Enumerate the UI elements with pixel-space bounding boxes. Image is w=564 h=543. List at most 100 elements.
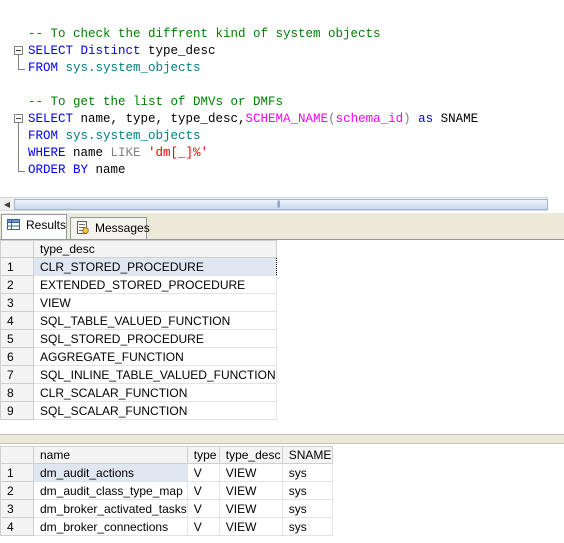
results-tabstrip: Results Messages xyxy=(0,213,564,240)
keyword-like: LIKE xyxy=(103,146,141,160)
paren: ) xyxy=(403,112,411,126)
paren: ( xyxy=(328,112,336,126)
cell-name[interactable]: dm_broker_activated_tasks xyxy=(33,499,188,518)
grid-corner[interactable] xyxy=(0,446,34,464)
grid-splitter[interactable] xyxy=(0,434,564,444)
row-number[interactable]: 7 xyxy=(0,365,34,384)
cell-sname[interactable]: sys xyxy=(281,481,333,500)
table-row[interactable]: 2 dm_audit_class_type_map V VIEW sys xyxy=(0,481,333,500)
collapse-icon[interactable] xyxy=(14,46,23,55)
table-row[interactable]: 9 SQL_SCALAR_FUNCTION xyxy=(0,401,277,420)
outline-line xyxy=(18,123,19,171)
horizontal-scrollbar[interactable]: ◀ ||| xyxy=(0,197,548,211)
code-line: SELECT name, type, type_desc,SCHEMA_NAME… xyxy=(28,111,478,128)
row-number[interactable]: 5 xyxy=(0,329,34,348)
table-row[interactable]: 3 dm_broker_activated_tasks V VIEW sys xyxy=(0,499,333,518)
scroll-left-icon[interactable]: ◀ xyxy=(0,199,14,210)
row-number[interactable]: 3 xyxy=(0,499,34,518)
keyword-from: FROM xyxy=(28,129,59,143)
object-name: sys.system_objects xyxy=(58,129,201,143)
table-row[interactable]: 1 CLR_STORED_PROCEDURE xyxy=(0,257,277,276)
code-line: FROM sys.system_objects xyxy=(28,60,201,77)
grip-icon: ||| xyxy=(277,201,281,208)
cell-name[interactable]: dm_audit_class_type_map xyxy=(33,481,188,500)
column-header[interactable]: SNAME xyxy=(281,446,333,464)
cell-type-desc[interactable]: SQL_SCALAR_FUNCTION xyxy=(33,401,277,420)
row-number[interactable]: 2 xyxy=(0,481,34,500)
code-line: WHERE name LIKE 'dm[_]%' xyxy=(28,145,208,162)
grid-corner[interactable] xyxy=(0,240,34,258)
tab-label: Results xyxy=(26,218,67,232)
function-arg: schema_id xyxy=(335,112,404,126)
outline-end xyxy=(18,69,25,70)
column-header[interactable]: name xyxy=(33,446,188,464)
row-number[interactable]: 4 xyxy=(0,517,34,536)
cell-type-desc[interactable]: SQL_TABLE_VALUED_FUNCTION xyxy=(33,311,277,330)
cell-type-desc[interactable]: VIEW xyxy=(218,499,283,518)
outline-line xyxy=(18,55,19,69)
collapse-icon[interactable] xyxy=(14,114,23,123)
code-text: name xyxy=(65,146,104,160)
row-number[interactable]: 1 xyxy=(0,463,34,482)
code-line: FROM sys.system_objects xyxy=(28,128,201,145)
cell-type-desc[interactable]: EXTENDED_STORED_PROCEDURE xyxy=(33,275,277,294)
code-line: ORDER BY name xyxy=(28,162,126,179)
table-row[interactable]: 5 SQL_STORED_PROCEDURE xyxy=(0,329,277,348)
column-header[interactable]: type_desc xyxy=(218,446,283,464)
code-text: name xyxy=(88,163,126,177)
cell-type[interactable]: V xyxy=(186,499,220,518)
cell-sname[interactable]: sys xyxy=(281,463,333,482)
cell-type-desc[interactable]: VIEW xyxy=(218,481,283,500)
row-number[interactable]: 4 xyxy=(0,311,34,330)
table-row[interactable]: 1 dm_audit_actions V VIEW sys xyxy=(0,463,333,482)
cell-type-desc[interactable]: SQL_INLINE_TABLE_VALUED_FUNCTION xyxy=(33,365,277,384)
table-row[interactable]: 6 AGGREGATE_FUNCTION xyxy=(0,347,277,366)
cell-name[interactable]: dm_audit_actions xyxy=(33,463,188,482)
table-row[interactable]: 2 EXTENDED_STORED_PROCEDURE xyxy=(0,275,277,294)
cell-type-desc[interactable]: AGGREGATE_FUNCTION xyxy=(33,347,277,366)
result-grid-1[interactable]: type_desc 1 CLR_STORED_PROCEDURE 2 EXTENDED… xyxy=(0,240,564,434)
keyword-from: FROM xyxy=(28,61,59,75)
cell-name[interactable]: dm_broker_connections xyxy=(33,517,188,536)
keyword-select: SELECT xyxy=(28,44,74,58)
table-row[interactable]: 4 SQL_TABLE_VALUED_FUNCTION xyxy=(0,311,277,330)
cell-type-desc[interactable]: VIEW xyxy=(33,293,277,312)
result-grid-2[interactable]: name type type_desc SNAME 1 dm_audit_acti… xyxy=(0,446,564,543)
code-text: name, type, type_desc, xyxy=(73,112,246,126)
tab-messages[interactable]: Messages xyxy=(70,217,150,239)
row-number[interactable]: 2 xyxy=(0,275,34,294)
cell-type-desc[interactable]: SQL_STORED_PROCEDURE xyxy=(33,329,277,348)
cell-sname[interactable]: sys xyxy=(281,517,333,536)
cell-type[interactable]: V xyxy=(186,481,220,500)
row-number[interactable]: 6 xyxy=(0,347,34,366)
cell-type-desc[interactable]: VIEW xyxy=(218,517,283,536)
row-number[interactable]: 1 xyxy=(0,257,34,276)
column-header[interactable]: type_desc xyxy=(33,240,277,258)
scroll-thumb[interactable]: ||| xyxy=(14,199,548,210)
cell-type[interactable]: V xyxy=(186,517,220,536)
cell-sname[interactable]: sys xyxy=(281,499,333,518)
keyword-where: WHERE xyxy=(28,146,66,160)
table-row[interactable]: 4 dm_broker_connections V VIEW sys xyxy=(0,517,333,536)
cell-type-desc[interactable]: CLR_SCALAR_FUNCTION xyxy=(33,383,277,402)
table-row[interactable]: 3 VIEW xyxy=(0,293,277,312)
messages-icon xyxy=(77,221,89,234)
tab-label: Messages xyxy=(95,221,150,235)
code-line: SELECT Distinct type_desc xyxy=(28,43,216,60)
row-number[interactable]: 8 xyxy=(0,383,34,402)
column-header[interactable]: type xyxy=(186,446,220,464)
tab-results[interactable]: Results xyxy=(1,214,67,239)
code-text: SNAME xyxy=(433,112,479,126)
row-number[interactable]: 3 xyxy=(0,293,34,312)
table-row[interactable]: 7 SQL_INLINE_TABLE_VALUED_FUNCTION xyxy=(0,365,277,384)
code-text: type_desc xyxy=(140,44,216,58)
cell-type-desc[interactable]: CLR_STORED_PROCEDURE xyxy=(33,257,277,276)
keyword-as: as xyxy=(410,112,434,126)
query-editor[interactable]: -- To check the diffrent kind of system … xyxy=(0,0,564,197)
outline-end xyxy=(18,171,25,172)
cell-type-desc[interactable]: VIEW xyxy=(218,463,283,482)
cell-type[interactable]: V xyxy=(186,463,220,482)
table-row[interactable]: 8 CLR_SCALAR_FUNCTION xyxy=(0,383,277,402)
row-number[interactable]: 9 xyxy=(0,401,34,420)
results-table: type_desc 1 CLR_STORED_PROCEDURE 2 EXTENDED… xyxy=(0,240,277,420)
